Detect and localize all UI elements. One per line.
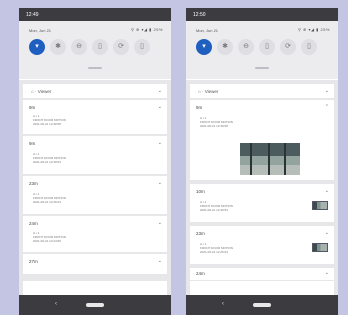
qs-date: Mon, Jun 21: [29, 28, 52, 33]
auto-rotate-tile[interactable]: ⟳: [280, 39, 296, 55]
notification-timestamp: 2021-06-21 12:39:58: [33, 122, 61, 126]
do-not-disturb-tile[interactable]: ⊖: [71, 39, 87, 55]
qs-drag-handle[interactable]: [255, 67, 269, 69]
chevron-down-icon[interactable]: ⌄: [325, 230, 329, 236]
notification-footer: ⊛ ▶ •: [190, 281, 334, 295]
chevron-down-icon[interactable]: ⌄: [158, 88, 162, 94]
flashlight-tile[interactable]: ▯: [92, 39, 108, 55]
status-bar: 12:50: [186, 8, 338, 21]
bluetooth-tile[interactable]: ✱: [217, 39, 233, 55]
notification-time: 24m: [29, 221, 38, 226]
home-button[interactable]: [86, 303, 104, 307]
flashlight-tile[interactable]: ▯: [259, 39, 275, 55]
group-app-label: ⌂ · Viewer: [198, 89, 219, 94]
phone-screen-right: 12:50 Mon, Jun 21 ⚲ ⊕ ▾◢ ▮ 25% ▾ ✱ ⊖ ▯ ⟳…: [186, 8, 338, 315]
notification-card[interactable]: 24m ⌄ A ▪ 1 FRONT DOOR MOTION 2021-06-21…: [23, 216, 167, 252]
battery-saver-tile[interactable]: ▯: [134, 39, 150, 55]
notification-timestamp: 2021-06-21 12:39:53: [200, 208, 228, 212]
wifi-tile[interactable]: ▾: [29, 39, 45, 55]
bluetooth-icon: ✱: [222, 43, 228, 50]
notification-time: 23m: [196, 231, 205, 236]
group-app-label: ⌂ · Viewer: [31, 89, 52, 94]
notification-card[interactable]: 23m ⌄ A ▪ 1 FRONT DOOR MOTION 2021-06-21…: [190, 226, 334, 264]
wifi-icon: ▾: [35, 43, 39, 50]
motion-snapshot-image[interactable]: [240, 143, 300, 175]
do-not-disturb-tile[interactable]: ⊖: [238, 39, 254, 55]
image-detail: [268, 143, 270, 175]
quick-settings-panel: Mon, Jun 21 ⚲ ⊕ ▾◢ ▮ 25% ▾ ✱ ⊖ ▯ ⟳ ▯: [186, 21, 338, 79]
auto-rotate-tile[interactable]: ⟳: [113, 39, 129, 55]
do-not-disturb-icon: ⊖: [243, 43, 249, 50]
flashlight-icon: ▯: [265, 43, 269, 50]
qs-drag-handle[interactable]: [88, 67, 102, 69]
notification-card[interactable]: 10m ⌄ A ▪ 1 FRONT DOOR MOTION 2021-06-21…: [190, 184, 334, 222]
phone-screen-left: 12:49 Mon, Jun 21 ⚲ ⊕ ▾◢ ▮ 25% ▾ ✱ ⊖ ▯ ⟳…: [19, 8, 171, 315]
notification-group-header[interactable]: ⌂ · Viewer ⌄: [23, 84, 167, 98]
auto-rotate-icon: ⟳: [285, 43, 291, 50]
battery-saver-tile[interactable]: ▯: [301, 39, 317, 55]
image-detail: [284, 143, 286, 175]
notification-list: ⌂ · Viewer ⌄ 9m ⌃ A ▪ 1 FRONT DOOR MOTIO…: [186, 80, 338, 295]
chevron-down-icon[interactable]: ⌄: [158, 140, 162, 146]
chevron-down-icon[interactable]: ⌄: [325, 270, 329, 276]
bluetooth-icon: ✱: [55, 43, 61, 50]
notification-timestamp: 2021-06-21 12:39:58: [200, 124, 228, 128]
chevron-down-icon[interactable]: ⌄: [158, 220, 162, 226]
bluetooth-tile[interactable]: ✱: [50, 39, 66, 55]
chevron-down-icon[interactable]: ⌄: [158, 180, 162, 186]
snapshot-thumbnail[interactable]: [312, 243, 328, 252]
notification-time: 27m: [29, 259, 38, 264]
status-time: 12:50: [193, 12, 206, 18]
navigation-bar: ‹: [19, 295, 171, 315]
image-detail: [250, 143, 252, 175]
notification-footer: ⊛ ▶ •: [23, 281, 167, 295]
notification-card[interactable]: 24m ⌄: [190, 268, 334, 280]
qs-date: Mon, Jun 21: [196, 28, 219, 33]
wifi-tile[interactable]: ▾: [196, 39, 212, 55]
back-icon[interactable]: ‹: [222, 301, 224, 307]
wifi-icon: ▾: [202, 43, 206, 50]
battery-saver-icon: ▯: [307, 43, 311, 50]
notification-card[interactable]: 9m ⌄ A ▪ 1 FRONT DOOR MOTION 2021-06-21 …: [23, 136, 167, 174]
chevron-down-icon[interactable]: ⌄: [325, 188, 329, 194]
flashlight-icon: ▯: [98, 43, 102, 50]
notification-timestamp: 2021-06-21 12:24:56: [33, 239, 61, 243]
navigation-bar: ‹: [186, 295, 338, 315]
notification-timestamp: 2021-06-21 12:26:03: [33, 200, 61, 204]
chevron-down-icon[interactable]: ⌄: [158, 258, 162, 264]
qs-status-icons: ⚲ ⊕ ▾◢ ▮ 25%: [130, 27, 163, 32]
notification-time: 23m: [29, 181, 38, 186]
battery-saver-icon: ▯: [140, 43, 144, 50]
snapshot-thumbnail[interactable]: [312, 201, 328, 210]
notification-timestamp: 2021-06-21 12:26:03: [200, 250, 228, 254]
notification-time: 24m: [196, 271, 205, 276]
notification-group-header[interactable]: ⌂ · Viewer ⌄: [190, 84, 334, 98]
notification-card[interactable]: 23m ⌄ A ▪ 1 FRONT DOOR MOTION 2021-06-21…: [23, 176, 167, 214]
back-icon[interactable]: ‹: [55, 301, 57, 307]
do-not-disturb-icon: ⊖: [76, 43, 82, 50]
status-time: 12:49: [26, 12, 39, 18]
notification-time: 9m: [196, 105, 203, 110]
chevron-down-icon[interactable]: ⌄: [158, 104, 162, 110]
status-bar: 12:49: [19, 8, 171, 21]
notification-timestamp: 2021-06-21 12:39:53: [33, 160, 61, 164]
notification-card[interactable]: 9m ⌄ A ▪ 1 FRONT DOOR MOTION 2021-06-21 …: [23, 100, 167, 134]
home-button[interactable]: [253, 303, 271, 307]
notification-time: 9m: [29, 105, 36, 110]
notification-card-expanded[interactable]: 9m ⌃ A ▪ 1 FRONT DOOR MOTION 2021-06-21 …: [190, 100, 334, 180]
auto-rotate-icon: ⟳: [118, 43, 124, 50]
notification-card[interactable]: 27m ⌄: [23, 254, 167, 274]
chevron-down-icon[interactable]: ⌄: [325, 88, 329, 94]
chevron-up-icon[interactable]: ⌃: [325, 104, 329, 110]
notification-list: ⌂ · Viewer ⌄ 9m ⌄ A ▪ 1 FRONT DOOR MOTIO…: [19, 80, 171, 295]
notification-time: 10m: [196, 189, 205, 194]
qs-status-icons: ⚲ ⊕ ▾◢ ▮ 25%: [297, 27, 330, 32]
notification-time: 9m: [29, 141, 36, 146]
quick-settings-panel: Mon, Jun 21 ⚲ ⊕ ▾◢ ▮ 25% ▾ ✱ ⊖ ▯ ⟳ ▯: [19, 21, 171, 79]
